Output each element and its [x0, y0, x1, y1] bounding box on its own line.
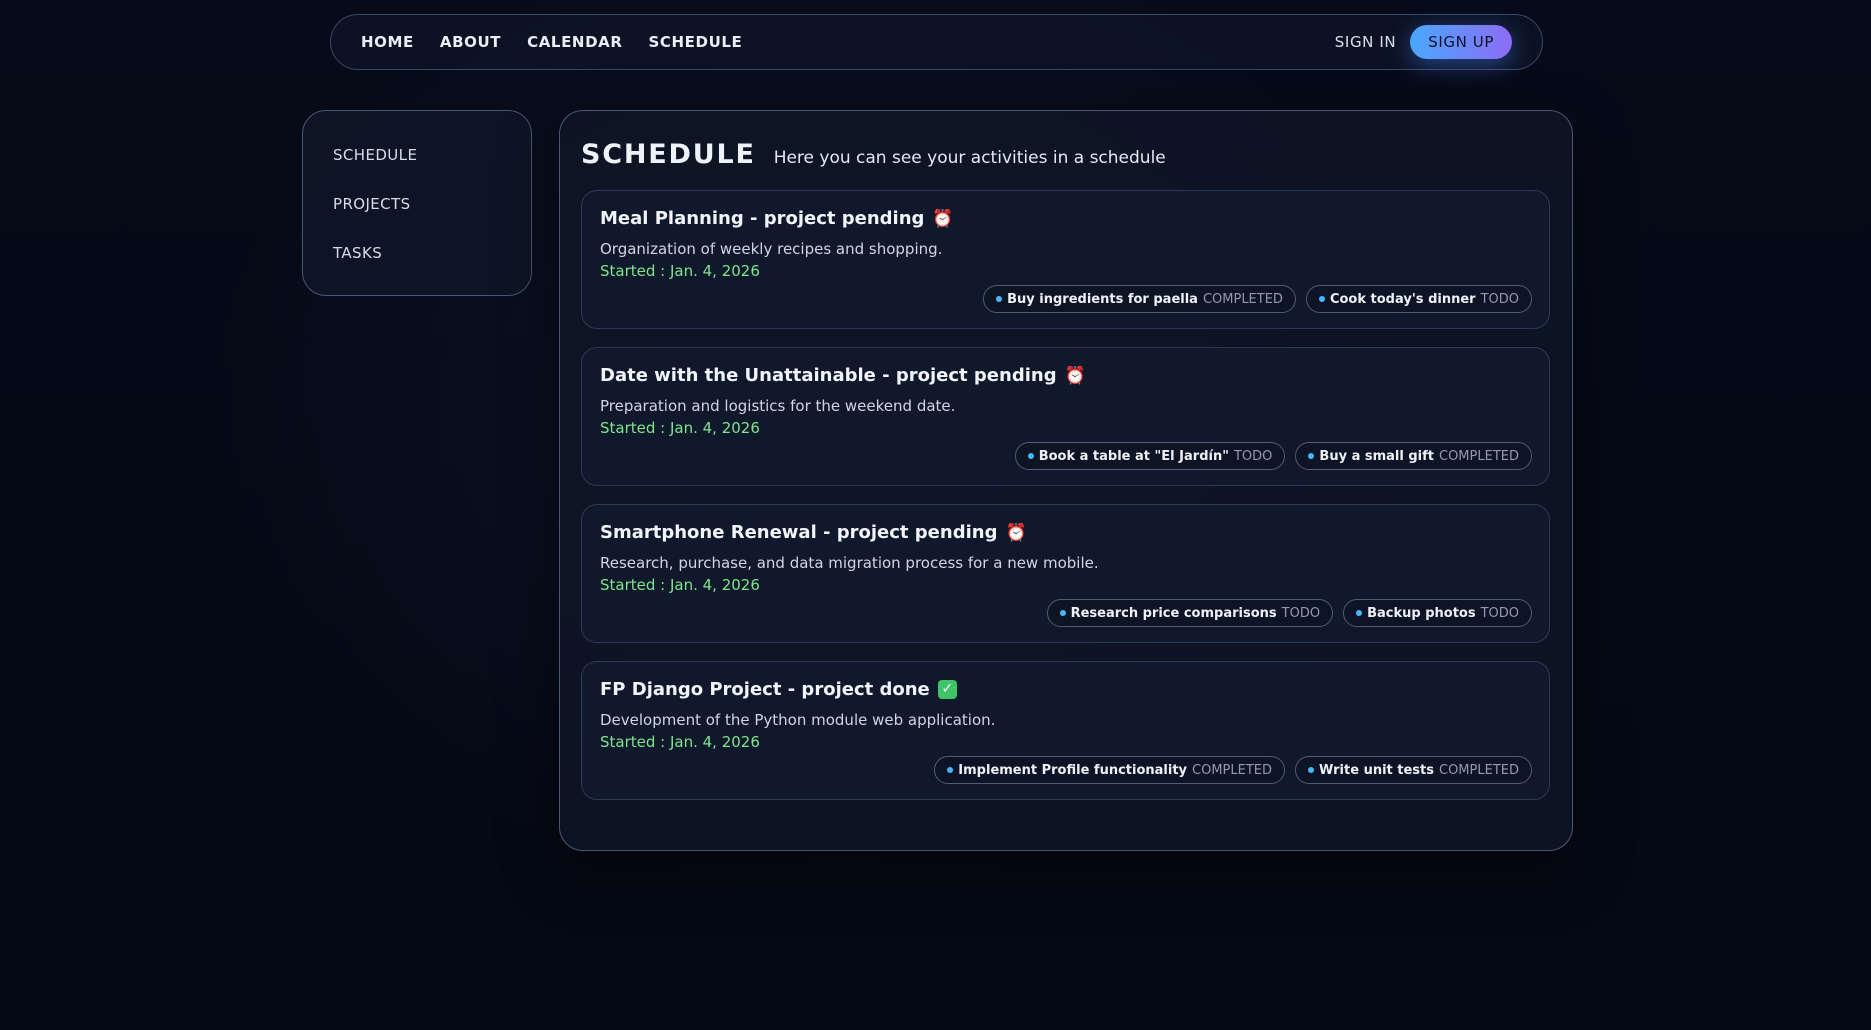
task-tags: Buy ingredients for paella COMPLETED Coo… [983, 285, 1532, 313]
task-tag[interactable]: Research price comparisons TODO [1046, 599, 1334, 627]
bullet-dot-icon [1027, 453, 1034, 459]
project-card: Smartphone Renewal - project pending ⏰ R… [581, 504, 1550, 643]
task-status: TODO [1480, 291, 1519, 307]
project-title: Date with the Unattainable - project pen… [600, 365, 1057, 386]
task-status: TODO [1281, 605, 1321, 621]
task-name: Cook today's dinner [1329, 291, 1476, 307]
project-description: Development of the Python module web app… [600, 711, 996, 729]
project-title-row: Date with the Unattainable - project pen… [600, 365, 1531, 386]
bullet-dot-icon [1308, 767, 1315, 773]
alarm-clock-icon: ⏰ [1005, 522, 1027, 543]
task-tag[interactable]: Buy ingredients for paella COMPLETED [983, 285, 1296, 313]
nav-link-about[interactable]: ABOUT [440, 33, 501, 51]
nav-auth: SIGN IN SIGN UP [1335, 25, 1512, 59]
project-card: FP Django Project - project done ✓ Devel… [581, 661, 1550, 800]
bullet-dot-icon [1308, 453, 1315, 459]
project-start-date: Started : Jan. 4, 2026 [600, 262, 760, 280]
task-name: Book a table at "El Jardín" [1038, 448, 1229, 464]
bullet-dot-icon [947, 767, 954, 773]
task-tags: Research price comparisons TODO Backup p… [1046, 599, 1532, 627]
task-tag[interactable]: Write unit tests COMPLETED [1295, 756, 1532, 784]
task-status: COMPLETED [1192, 762, 1273, 778]
project-title: Smartphone Renewal - project pending [600, 522, 998, 543]
task-tags: Implement Profile functionality COMPLETE… [934, 756, 1532, 784]
sidebar-item-projects[interactable]: PROJECTS [333, 194, 531, 243]
bullet-dot-icon [1318, 296, 1325, 302]
task-tags: Book a table at "El Jardín" TODO Buy a s… [1014, 442, 1532, 470]
sidebar-item-schedule[interactable]: SCHEDULE [333, 145, 531, 194]
task-status: COMPLETED [1439, 762, 1519, 778]
task-status: TODO [1233, 448, 1273, 464]
task-tag[interactable]: Backup photos TODO [1343, 599, 1532, 627]
task-status: TODO [1480, 605, 1519, 621]
project-title-row: Meal Planning - project pending ⏰ [600, 208, 1531, 229]
task-name: Backup photos [1367, 605, 1476, 621]
project-start-date: Started : Jan. 4, 2026 [600, 419, 760, 437]
task-name: Write unit tests [1319, 762, 1434, 778]
page-subtitle: Here you can see your activities in a sc… [773, 148, 1166, 168]
alarm-clock-icon: ⏰ [932, 208, 954, 229]
project-card: Meal Planning - project pending ⏰ Organi… [581, 190, 1550, 329]
project-start-date: Started : Jan. 4, 2026 [600, 733, 760, 751]
project-start-date: Started : Jan. 4, 2026 [600, 576, 760, 594]
check-mark-icon: ✓ [937, 680, 957, 699]
task-status: COMPLETED [1202, 291, 1283, 307]
alarm-clock-icon: ⏰ [1064, 365, 1086, 386]
project-title-row: Smartphone Renewal - project pending ⏰ [600, 522, 1531, 543]
bullet-dot-icon [1059, 610, 1066, 616]
nav-links: HOME ABOUT CALENDAR SCHEDULE [361, 33, 742, 51]
bullet-dot-icon [1356, 610, 1363, 616]
task-tag[interactable]: Cook today's dinner TODO [1305, 285, 1532, 313]
task-tag[interactable]: Implement Profile functionality COMPLETE… [934, 756, 1286, 784]
task-name: Implement Profile functionality [958, 762, 1188, 778]
task-name: Buy a small gift [1319, 448, 1434, 464]
task-tag[interactable]: Book a table at "El Jardín" TODO [1014, 442, 1286, 470]
sidebar-item-tasks[interactable]: TASKS [333, 243, 531, 292]
project-title: FP Django Project - project done [600, 679, 930, 700]
schedule-panel: SCHEDULE Here you can see your activitie… [559, 110, 1573, 851]
sign-up-button[interactable]: SIGN UP [1410, 25, 1512, 59]
task-status: COMPLETED [1439, 448, 1519, 464]
nav-link-schedule[interactable]: SCHEDULE [649, 33, 743, 51]
schedule-header: SCHEDULE Here you can see your activitie… [581, 139, 1550, 170]
page-title: SCHEDULE [581, 139, 756, 170]
task-tag[interactable]: Buy a small gift COMPLETED [1295, 442, 1532, 470]
project-title-row: FP Django Project - project done ✓ [600, 679, 1531, 700]
bullet-dot-icon [996, 296, 1003, 302]
top-navbar: HOME ABOUT CALENDAR SCHEDULE SIGN IN SIG… [330, 14, 1543, 70]
nav-link-home[interactable]: HOME [361, 33, 414, 51]
sidebar: SCHEDULE PROJECTS TASKS [302, 110, 532, 296]
project-description: Organization of weekly recipes and shopp… [600, 240, 943, 258]
sign-in-link[interactable]: SIGN IN [1335, 33, 1396, 51]
nav-link-calendar[interactable]: CALENDAR [527, 33, 622, 51]
project-card: Date with the Unattainable - project pen… [581, 347, 1550, 486]
project-title: Meal Planning - project pending [600, 208, 925, 229]
task-name: Buy ingredients for paella [1007, 291, 1198, 307]
project-description: Preparation and logistics for the weeken… [600, 397, 956, 415]
task-name: Research price comparisons [1070, 605, 1277, 621]
project-description: Research, purchase, and data migration p… [600, 554, 1099, 572]
